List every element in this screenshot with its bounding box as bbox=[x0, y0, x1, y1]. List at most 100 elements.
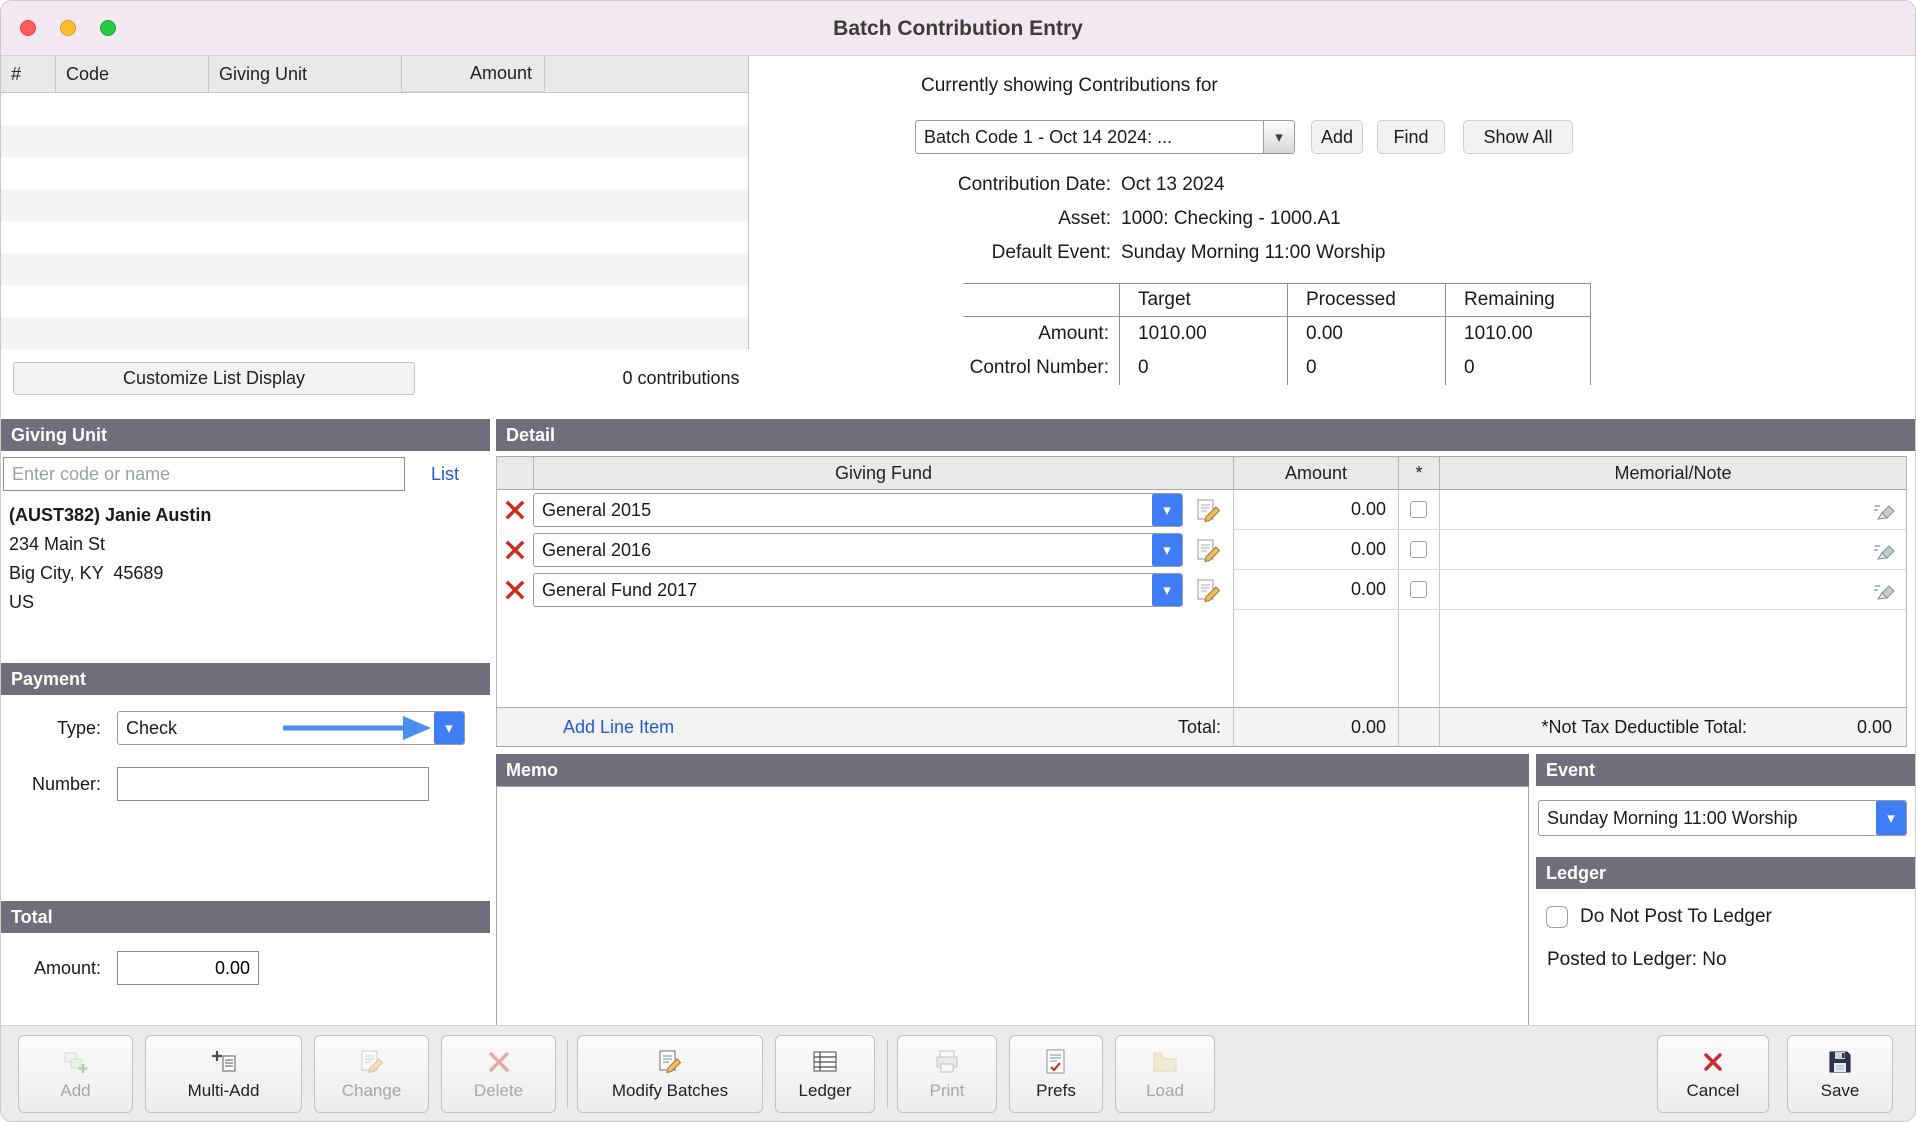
save-button[interactable]: Save bbox=[1787, 1035, 1893, 1113]
giving-unit-list-link[interactable]: List bbox=[431, 457, 459, 491]
payment-type-select[interactable]: Check ▾ bbox=[117, 711, 465, 745]
column-header-amount[interactable]: Amount bbox=[402, 56, 545, 92]
not-tax-deductible-checkbox[interactable] bbox=[1410, 541, 1427, 558]
fund-edit-icon[interactable] bbox=[1195, 497, 1221, 523]
delete-line-icon[interactable] bbox=[505, 540, 525, 560]
giving-unit-address-line: 234 Main St bbox=[9, 530, 211, 559]
button-label: Save bbox=[1821, 1081, 1860, 1101]
delete-button[interactable]: Delete bbox=[441, 1035, 556, 1113]
default-event-value: Sunday Morning 11:00 Worship bbox=[1121, 242, 1385, 264]
line-memorial-note[interactable] bbox=[1439, 530, 1906, 570]
summary-control-target: 0 bbox=[1119, 351, 1287, 385]
chevron-down-icon[interactable]: ▾ bbox=[1152, 574, 1182, 606]
fund-edit-icon[interactable] bbox=[1195, 537, 1221, 563]
detail-col-star: * bbox=[1398, 457, 1439, 489]
detail-header: Detail bbox=[496, 419, 1916, 451]
cancel-button[interactable]: Cancel bbox=[1657, 1035, 1769, 1113]
footer-ntd-cell: *Not Tax Deductible Total: 0.00 bbox=[1439, 708, 1906, 746]
summary-corner bbox=[963, 283, 1119, 317]
detail-col-giving-fund: Giving Fund bbox=[533, 457, 1233, 489]
do-not-post-checkbox[interactable] bbox=[1546, 906, 1568, 928]
toolbar-divider bbox=[887, 1040, 888, 1108]
giving-unit-address-line: Big City, KY 45689 bbox=[9, 559, 211, 588]
column-header-number[interactable]: # bbox=[1, 56, 56, 92]
batch-summary-table: Target Processed Remaining Amount: 1010.… bbox=[963, 283, 1591, 385]
add-line-item-link[interactable]: Add Line Item bbox=[563, 717, 674, 738]
customize-list-display-button[interactable]: Customize List Display bbox=[13, 362, 415, 395]
batch-select-value: Batch Code 1 - Oct 14 2024: ... bbox=[916, 121, 1263, 153]
save-icon bbox=[1826, 1048, 1854, 1076]
bottom-toolbar: Add Multi-Add Change Delete Modify Batch… bbox=[1, 1025, 1915, 1122]
payment-header: Payment bbox=[1, 663, 490, 695]
chevron-down-icon[interactable]: ▾ bbox=[1152, 494, 1182, 526]
chevron-down-icon[interactable]: ▾ bbox=[1263, 121, 1294, 153]
modify-batches-button[interactable]: Modify Batches bbox=[577, 1035, 763, 1113]
giving-unit-search-input[interactable] bbox=[3, 457, 405, 491]
asset-value: 1000: Checking - 1000.A1 bbox=[1121, 208, 1341, 230]
detail-table-header: Giving Fund Amount * Memorial/Note bbox=[497, 456, 1906, 490]
line-memorial-note[interactable] bbox=[1439, 570, 1906, 610]
line-amount[interactable]: 0.00 bbox=[1233, 490, 1398, 530]
batch-add-button[interactable]: Add bbox=[1311, 120, 1363, 154]
giving-unit-details: (AUST382) Janie Austin 234 Main St Big C… bbox=[9, 501, 211, 617]
detail-table: Giving Fund Amount * Memorial/Note Gener… bbox=[496, 456, 1907, 747]
chevron-down-icon[interactable]: ▾ bbox=[1152, 534, 1182, 566]
giving-fund-select[interactable]: General 2015 ▾ bbox=[533, 493, 1183, 527]
memo-input[interactable] bbox=[496, 786, 1529, 1034]
titlebar: Batch Contribution Entry bbox=[1, 1, 1915, 56]
not-tax-deductible-checkbox[interactable] bbox=[1410, 501, 1427, 518]
load-button[interactable]: Load bbox=[1115, 1035, 1215, 1113]
batch-select[interactable]: Batch Code 1 - Oct 14 2024: ... ▾ bbox=[915, 120, 1295, 154]
giving-fund-select[interactable]: General Fund 2017 ▾ bbox=[533, 573, 1183, 607]
add-icon bbox=[62, 1048, 90, 1076]
line-memorial-note[interactable] bbox=[1439, 490, 1906, 530]
fund-edit-icon[interactable] bbox=[1195, 577, 1221, 603]
add-button[interactable]: Add bbox=[18, 1035, 133, 1113]
chevron-down-icon[interactable]: ▾ bbox=[434, 712, 464, 744]
not-tax-deductible-checkbox[interactable] bbox=[1410, 581, 1427, 598]
prefs-button[interactable]: Prefs bbox=[1009, 1035, 1103, 1113]
giving-fund-select[interactable]: General 2016 ▾ bbox=[533, 533, 1183, 567]
detail-table-body: General 2015 ▾ 0.00 General bbox=[497, 490, 1906, 707]
chevron-down-icon[interactable]: ▾ bbox=[1876, 801, 1906, 835]
list-row bbox=[1, 157, 748, 189]
event-select[interactable]: Sunday Morning 11:00 Worship ▾ bbox=[1538, 800, 1907, 836]
currently-showing-label: Currently showing Contributions for bbox=[921, 75, 1218, 97]
line-amount[interactable]: 0.00 bbox=[1233, 530, 1398, 570]
payment-type-value: Check bbox=[118, 712, 434, 744]
multi-add-button[interactable]: Multi-Add bbox=[145, 1035, 302, 1113]
giving-unit-name: (AUST382) Janie Austin bbox=[9, 501, 211, 530]
list-row bbox=[1, 93, 748, 125]
column-header-code[interactable]: Code bbox=[56, 56, 209, 92]
memorial-icon[interactable] bbox=[1872, 497, 1898, 523]
memorial-icon[interactable] bbox=[1872, 537, 1898, 563]
delete-line-icon[interactable] bbox=[505, 500, 525, 520]
total-amount-input[interactable] bbox=[117, 951, 259, 985]
delete-line-icon[interactable] bbox=[505, 580, 525, 600]
summary-control-remaining: 0 bbox=[1445, 351, 1591, 385]
memorial-icon[interactable] bbox=[1872, 577, 1898, 603]
line-amount[interactable]: 0.00 bbox=[1233, 570, 1398, 610]
window-title: Batch Contribution Entry bbox=[1, 1, 1915, 56]
change-icon bbox=[358, 1048, 386, 1076]
giving-fund-value: General Fund 2017 bbox=[534, 574, 1152, 606]
detail-col-memorial-note: Memorial/Note bbox=[1439, 457, 1906, 489]
contribution-count: 0 contributions bbox=[561, 362, 801, 395]
change-button[interactable]: Change bbox=[314, 1035, 429, 1113]
detail-total-value: 0.00 bbox=[1233, 708, 1398, 746]
prefs-icon bbox=[1042, 1048, 1070, 1076]
asset-label: Asset: bbox=[761, 208, 1111, 230]
payment-number-input[interactable] bbox=[117, 767, 429, 801]
batch-find-button[interactable]: Find bbox=[1377, 120, 1445, 154]
summary-amount-label: Amount: bbox=[963, 317, 1119, 351]
event-value: Sunday Morning 11:00 Worship bbox=[1539, 801, 1876, 835]
column-header-giving-unit[interactable]: Giving Unit bbox=[209, 56, 402, 92]
batch-show-all-button[interactable]: Show All bbox=[1463, 120, 1573, 154]
print-button[interactable]: Print bbox=[897, 1035, 997, 1113]
toolbar-divider bbox=[567, 1040, 568, 1108]
total-amount-label: Amount: bbox=[1, 951, 101, 985]
payment-type-label: Type: bbox=[1, 711, 101, 745]
fund-cell: General 2015 ▾ bbox=[533, 490, 1233, 530]
ledger-button[interactable]: Ledger bbox=[775, 1035, 875, 1113]
do-not-post-row: Do Not Post To Ledger bbox=[1546, 906, 1772, 928]
